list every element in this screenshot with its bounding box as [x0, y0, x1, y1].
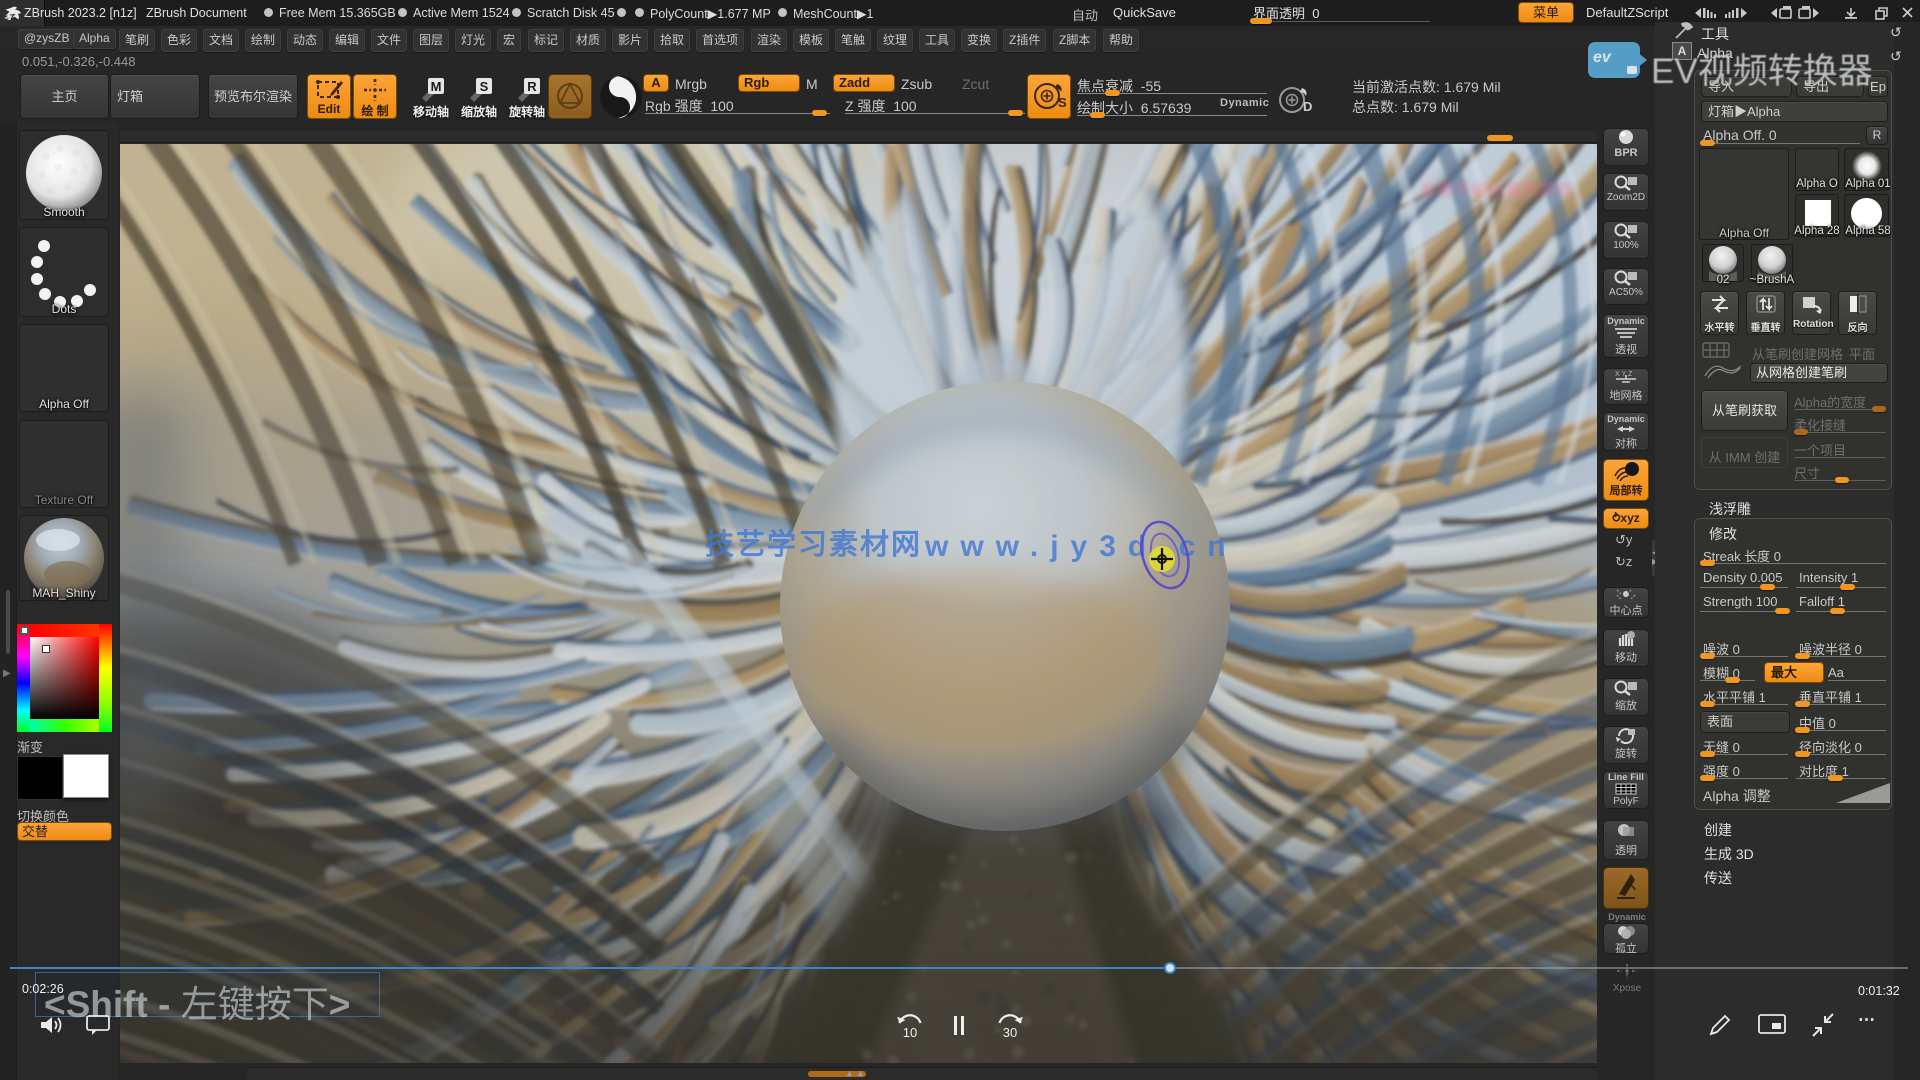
svg-text:S: S: [480, 79, 489, 94]
svg-text:10: 10: [903, 1025, 917, 1039]
svg-text:30: 30: [1003, 1025, 1017, 1039]
svg-text:S: S: [1058, 95, 1067, 110]
svg-text:M: M: [431, 79, 442, 94]
svg-text:www.jy3d.cn: www.jy3d.cn: [924, 530, 1238, 563]
svg-text:技艺学习素材网: 技艺学习素材网: [705, 527, 922, 561]
svg-text:有著手绘@摄影师感: 有著手绘@摄影师感: [1420, 181, 1573, 200]
svg-text:R: R: [527, 79, 537, 94]
svg-text:X Y Z: X Y Z: [1615, 371, 1633, 378]
svg-text:D: D: [1303, 99, 1312, 114]
